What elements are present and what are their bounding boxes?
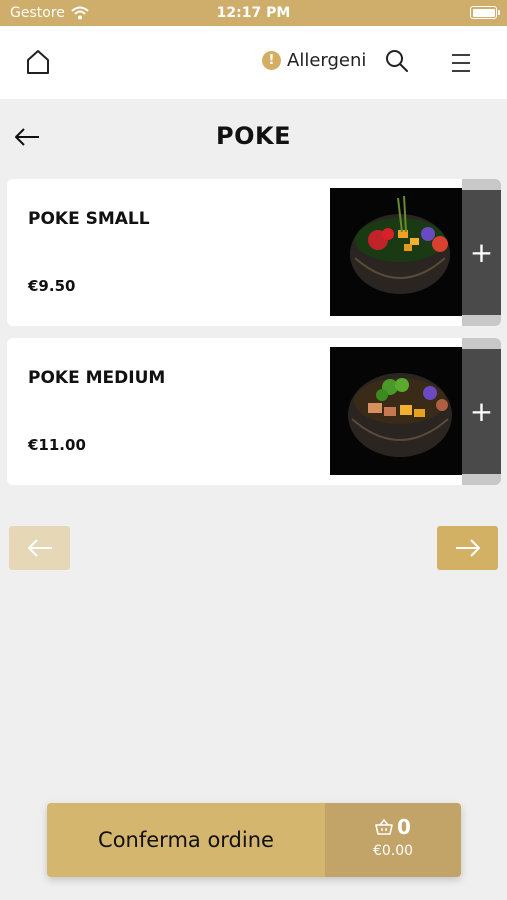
home-button[interactable] bbox=[22, 46, 54, 78]
product-name: POKE SMALL bbox=[28, 209, 150, 229]
product-image bbox=[330, 347, 462, 475]
product-price: €11.00 bbox=[28, 436, 86, 454]
product-price: €9.50 bbox=[28, 277, 76, 295]
home-icon bbox=[27, 50, 49, 74]
status-bar: Gestore 12:17 PM bbox=[0, 0, 507, 26]
search-button[interactable] bbox=[384, 48, 410, 74]
warning-icon: ! bbox=[262, 51, 281, 70]
previous-page-button[interactable] bbox=[9, 526, 70, 570]
top-nav: ! Allergeni bbox=[0, 26, 507, 99]
next-page-button[interactable] bbox=[437, 526, 498, 570]
search-icon bbox=[386, 50, 408, 72]
product-image bbox=[330, 188, 462, 316]
product-card[interactable]: POKE SMALL €9.50 + bbox=[7, 179, 501, 326]
allergens-button[interactable]: ! Allergeni bbox=[262, 50, 366, 71]
confirm-order-button[interactable]: Conferma ordine bbox=[47, 803, 325, 877]
cart-count: 0 bbox=[397, 815, 411, 839]
poke-bowl-image bbox=[348, 373, 452, 457]
clock: 12:17 PM bbox=[216, 5, 291, 21]
plus-icon: + bbox=[469, 394, 494, 428]
add-to-cart-button[interactable]: + bbox=[462, 338, 501, 485]
hamburger-menu-icon bbox=[452, 54, 470, 72]
basket-icon bbox=[375, 819, 393, 835]
product-name: POKE MEDIUM bbox=[28, 368, 166, 388]
cart-summary[interactable]: 0 €0.00 bbox=[325, 803, 461, 877]
add-to-cart-button[interactable]: + bbox=[462, 179, 501, 326]
arrow-right-icon bbox=[456, 539, 480, 557]
order-bar: Conferma ordine 0 €0.00 bbox=[47, 803, 461, 877]
page-title: POKE bbox=[216, 122, 291, 150]
allergens-label: Allergeni bbox=[287, 50, 367, 71]
cart-total: €0.00 bbox=[372, 843, 414, 859]
plus-icon: + bbox=[469, 235, 494, 269]
product-card[interactable]: POKE MEDIUM €11.00 + bbox=[7, 338, 501, 485]
battery-icon bbox=[470, 6, 500, 19]
cart-count-row: 0 bbox=[325, 815, 461, 839]
arrow-left-icon bbox=[28, 539, 52, 557]
menu-button[interactable] bbox=[450, 52, 472, 74]
poke-bowl-image bbox=[350, 195, 450, 294]
